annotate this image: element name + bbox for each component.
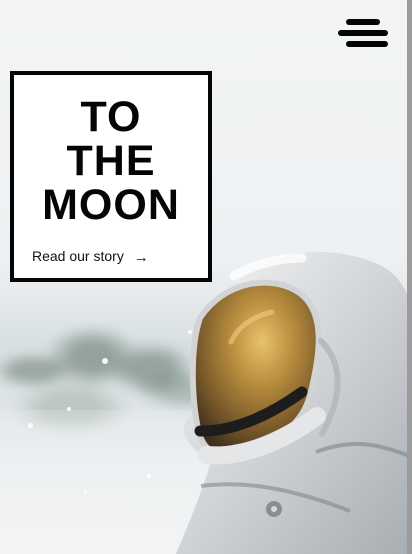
hero-card: TO THE MOON Read our story → [10,71,212,282]
hero-title-line: MOON [42,181,180,229]
arrow-right-icon: → [133,249,149,266]
hero-title-line: THE [66,137,156,185]
page-screen: TO THE MOON Read our story → [0,0,412,554]
hamburger-menu-icon-line [338,30,388,36]
snowflake [102,358,108,364]
read-our-story-label: Read our story [32,248,124,264]
snowflake [67,407,71,411]
menu-button[interactable] [338,19,388,51]
astronaut-image [176,251,412,554]
hamburger-menu-icon-line [346,19,380,25]
snowflake [84,491,87,494]
snowflake [28,423,33,428]
read-our-story-link[interactable]: Read our story → [32,246,149,267]
hero-title: TO THE MOON [14,95,208,227]
hamburger-menu-icon-line [346,41,388,47]
snowflake [147,474,151,478]
page-scrollbar[interactable] [407,0,412,554]
hero-title-line: TO [80,93,142,141]
